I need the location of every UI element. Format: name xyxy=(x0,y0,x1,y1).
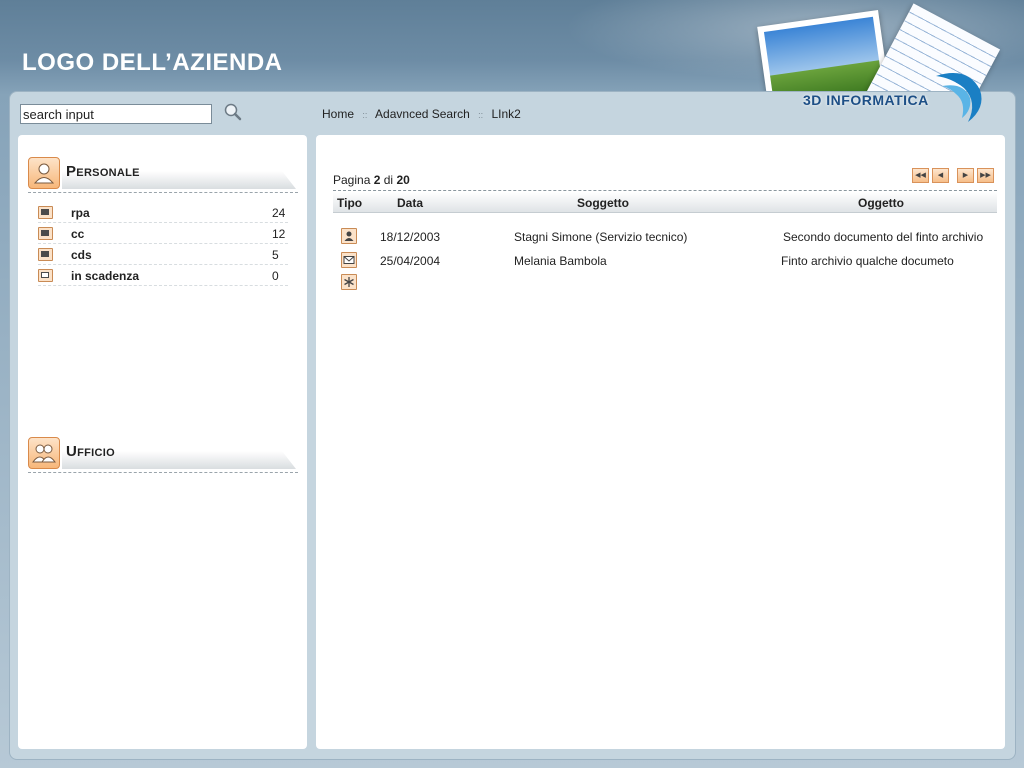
cell-oggetto: Finto archivio qualche documeto xyxy=(781,254,954,268)
cell-soggetto: Melania Bambola xyxy=(514,254,607,268)
table-row[interactable]: 18/12/2003 Stagni Simone (Servizio tecni… xyxy=(333,228,997,248)
page-header: LOGO DELL’AZIENDA xyxy=(0,0,1024,147)
company-logo-text: LOGO DELL’AZIENDA xyxy=(22,49,283,76)
pager-of: di xyxy=(383,173,394,187)
cell-soggetto: Stagni Simone (Servizio tecnico) xyxy=(514,230,688,244)
group-icon xyxy=(28,437,60,469)
section-personale-header: Personale xyxy=(28,157,298,193)
sidebar: Personale rpa 24 cc 12 cds 5 in scadenza xyxy=(18,135,307,749)
breadcrumb-separator: :: xyxy=(362,110,368,120)
first-page-icon[interactable]: ◀◀ xyxy=(912,168,929,183)
folder-icon xyxy=(38,227,53,240)
folder-item-cc[interactable]: cc 12 xyxy=(38,224,288,244)
asterisk-icon xyxy=(341,274,357,290)
breadcrumb: Home :: Adavnced Search :: LInk2 xyxy=(322,107,521,121)
section-ufficio-header: Ufficio xyxy=(28,437,298,473)
brand-swirl-icon xyxy=(928,66,986,124)
brand-logo-text: 3D INFORMATICA xyxy=(803,92,929,108)
table-row[interactable] xyxy=(333,274,997,294)
divider xyxy=(28,472,298,473)
folder-label: rpa xyxy=(71,206,90,220)
table-header: Tipo Data Soggetto Oggetto xyxy=(333,192,997,213)
folder-open-icon xyxy=(38,269,53,282)
folder-count: 24 xyxy=(272,206,286,220)
next-page-icon[interactable]: ▶ xyxy=(957,168,974,183)
folder-count: 5 xyxy=(272,248,279,262)
breadcrumb-link-advanced-search[interactable]: Adavnced Search xyxy=(375,107,470,121)
folder-item-cds[interactable]: cds 5 xyxy=(38,245,288,265)
breadcrumb-link-home[interactable]: Home xyxy=(322,107,354,121)
divider xyxy=(333,190,997,191)
column-header-data[interactable]: Data xyxy=(397,196,423,210)
mail-icon xyxy=(341,252,357,268)
prev-page-icon[interactable]: ◀ xyxy=(932,168,949,183)
pager-prefix: Pagina xyxy=(333,173,371,187)
pagination-info: Pagina 2 di 20 xyxy=(333,173,410,187)
section-title-personale: Personale xyxy=(66,163,140,180)
column-header-oggetto[interactable]: Oggetto xyxy=(858,196,904,210)
search-input[interactable] xyxy=(20,104,212,124)
section-title-ufficio: Ufficio xyxy=(66,443,115,460)
last-page-icon[interactable]: ▶▶ xyxy=(977,168,994,183)
folder-count: 12 xyxy=(272,227,286,241)
table-row[interactable]: 25/04/2004 Melania Bambola Finto archivi… xyxy=(333,252,997,272)
folder-item-rpa[interactable]: rpa 24 xyxy=(38,203,288,223)
pager-total-pages: 20 xyxy=(396,173,410,187)
pagination-controls: ◀◀ ◀ ▶ ▶▶ xyxy=(912,168,997,183)
cell-data: 25/04/2004 xyxy=(380,254,441,268)
folder-label: cc xyxy=(71,227,85,241)
pager-current-page: 2 xyxy=(373,173,381,187)
breadcrumb-link-link2[interactable]: LInk2 xyxy=(491,107,520,121)
cell-oggetto: Secondo documento del finto archivio xyxy=(783,230,984,244)
folder-label: in scadenza xyxy=(71,269,140,283)
column-header-soggetto[interactable]: Soggetto xyxy=(577,196,629,210)
user-icon xyxy=(28,157,60,189)
folder-label: cds xyxy=(71,248,92,262)
folder-item-in-scadenza[interactable]: in scadenza 0 xyxy=(38,266,288,286)
folder-icon xyxy=(38,248,53,261)
results-panel: Pagina 2 di 20 ◀◀ ◀ ▶ ▶▶ Tipo Data Soggetto… xyxy=(316,135,1005,749)
folder-count: 0 xyxy=(272,269,279,283)
divider xyxy=(28,192,298,193)
main-frame: Home :: Adavnced Search :: LInk2 Persona… xyxy=(9,91,1016,760)
personale-folder-list: rpa 24 cc 12 cds 5 in scadenza 0 xyxy=(38,203,288,287)
magnifier-icon[interactable] xyxy=(222,102,244,124)
column-header-tipo[interactable]: Tipo xyxy=(337,196,362,210)
cell-data: 18/12/2003 xyxy=(380,230,441,244)
person-doc-icon xyxy=(341,228,357,244)
folder-icon xyxy=(38,206,53,219)
breadcrumb-separator: :: xyxy=(478,110,484,120)
